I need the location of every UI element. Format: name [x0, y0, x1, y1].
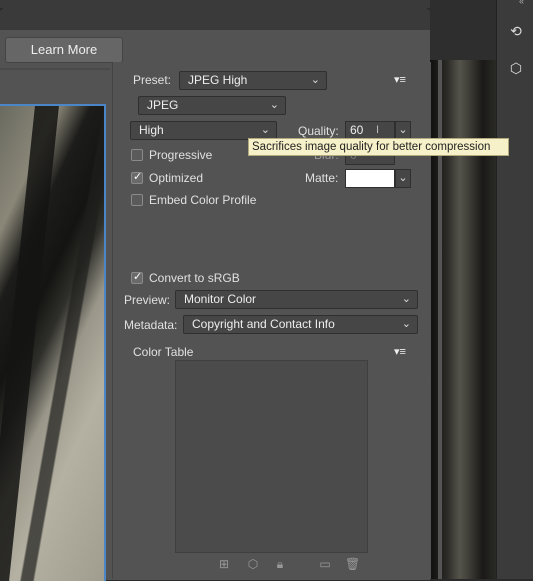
metadata-value: Copyright and Contact Info — [192, 317, 335, 331]
chevron-down-icon: ⌄ — [260, 124, 270, 136]
embed-color-profile-label: Embed Color Profile — [149, 193, 257, 207]
chevron-down-icon: ⌄ — [401, 318, 411, 330]
chevron-down-icon: ⌄ — [310, 74, 320, 86]
embed-color-profile-checkbox[interactable] — [131, 194, 143, 206]
preview-value: Monitor Color — [184, 292, 257, 306]
text-cursor-icon: I — [376, 124, 380, 136]
chevron-down-icon: ⌄ — [401, 293, 411, 305]
color-table-menu-icon[interactable]: ▾≡ — [394, 345, 406, 358]
collapse-panels-icon[interactable]: « — [519, 0, 524, 6]
preset-select[interactable]: JPEG High ⌄ — [179, 71, 327, 90]
optimized-checkbox[interactable] — [131, 170, 143, 184]
color-table-label: Color Table — [133, 345, 194, 359]
lock-icon[interactable]: 🔒︎ — [273, 557, 287, 572]
preview-label: Preview: — [124, 293, 171, 307]
header-divider — [0, 68, 110, 70]
progressive-label: Progressive — [149, 148, 213, 162]
quality-value: 60 — [350, 123, 364, 137]
quality-label: Quality: — [298, 124, 339, 138]
3d-cube-icon[interactable]: ⬡ — [505, 57, 527, 79]
matte-color-swatch[interactable] — [345, 169, 395, 188]
history-icon[interactable]: ⟲ — [505, 20, 527, 42]
learn-more-button[interactable]: Learn More — [5, 37, 123, 63]
optimized-label: Optimized — [149, 171, 204, 185]
file-format-select[interactable]: JPEG ⌄ — [138, 96, 286, 115]
preset-menu-icon[interactable]: ▾≡ — [394, 73, 406, 86]
color-table[interactable] — [175, 360, 368, 553]
image-preview[interactable] — [0, 104, 106, 581]
quality-tooltip: Sacrifices image quality for better comp… — [248, 138, 509, 156]
matte-dropdown-button[interactable]: ⌄ — [395, 169, 411, 188]
dialog-header — [0, 8, 430, 30]
preset-value: JPEG High — [188, 73, 248, 87]
preset-label: Preset: — [133, 73, 172, 87]
file-format-value: JPEG — [147, 98, 179, 112]
convert-srgb-label: Convert to sRGB — [149, 271, 240, 285]
compression-quality-value: High — [139, 123, 164, 137]
web-shift-icon[interactable]: ⬡ — [246, 557, 260, 571]
right-dock-panel — [496, 0, 533, 579]
progressive-checkbox[interactable] — [131, 149, 143, 161]
trash-icon[interactable]: 🗑︎ — [345, 557, 360, 571]
metadata-select[interactable]: Copyright and Contact Info ⌄ — [183, 315, 418, 334]
chevron-down-icon: ⌄ — [269, 99, 279, 111]
preview-select[interactable]: Monitor Color ⌄ — [175, 290, 418, 309]
new-color-icon[interactable]: ▭ — [318, 557, 332, 571]
matte-label: Matte: — [305, 171, 339, 185]
metadata-label: Metadata: — [124, 318, 178, 332]
convert-srgb-checkbox[interactable] — [131, 270, 143, 284]
map-colors-icon[interactable]: ⊞ — [217, 557, 231, 571]
